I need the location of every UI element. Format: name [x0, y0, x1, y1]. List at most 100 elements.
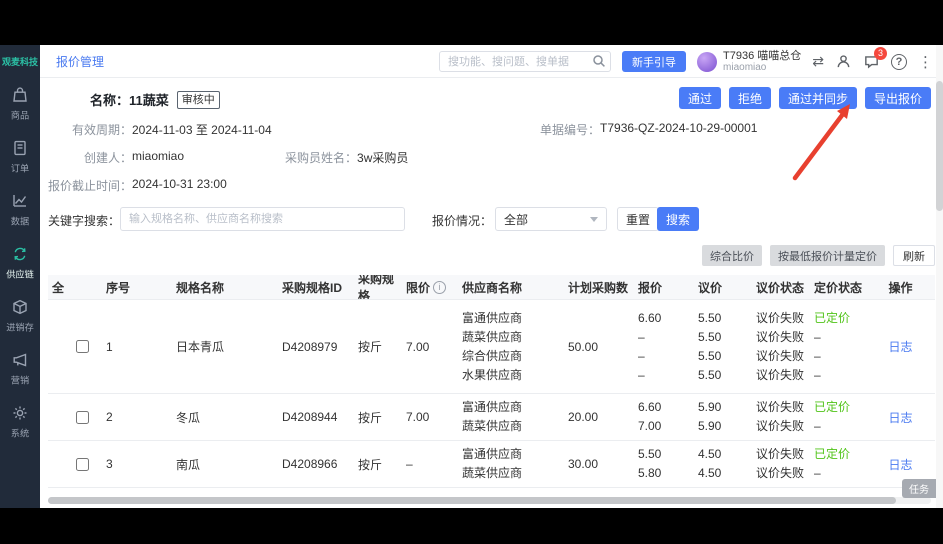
search-icon[interactable] — [592, 54, 606, 73]
keyword-label: 关键字搜索： — [48, 212, 120, 229]
lowest-pricing-button[interactable]: 按最低报价计量定价 — [770, 245, 885, 266]
col-spec-name: 规格名称 — [172, 275, 278, 299]
sidebar-item-inventory[interactable]: 进销存 — [5, 298, 35, 334]
global-search-input[interactable] — [439, 51, 611, 72]
select-all-header[interactable]: 全 — [48, 275, 72, 299]
price-statuses: 已定价 – – – — [810, 300, 866, 393]
buyer-label: 采购员姓名： — [285, 149, 357, 166]
row-checkbox[interactable] — [76, 411, 89, 424]
limit-price: 7.00 — [402, 300, 458, 393]
price-status: – — [814, 328, 821, 347]
unit: 按斤 — [354, 394, 402, 440]
switch-account-icon[interactable]: ⇄ — [812, 53, 824, 70]
sidebar-item-label: 数据 — [11, 214, 29, 228]
export-quote-button[interactable]: 导出报价 — [865, 87, 931, 109]
app-logo: 观麦科技 — [0, 45, 40, 68]
info-row-period: 有效周期：2024-11-03 至 2024-11-04 单据编号：T7936-… — [40, 121, 943, 137]
filter-bar: 关键字搜索： 报价情况： 全部 重置 搜索 — [40, 207, 943, 231]
log-link[interactable]: 日志 — [888, 409, 912, 426]
nego-statuses: 议价失败 议价失败 — [752, 394, 810, 440]
sidebar-nav: 商品 订单 数据 供应链 进销存 — [0, 86, 40, 440]
refresh-button[interactable]: 刷新 — [893, 245, 935, 266]
limit-price: – — [402, 441, 458, 487]
limit-header-label: 限价 — [406, 279, 430, 296]
sidebar-item-data[interactable]: 数据 — [10, 192, 30, 228]
horizontal-scrollbar-thumb[interactable] — [48, 497, 896, 504]
row-index: 2 — [102, 394, 172, 440]
inventory-box-icon — [11, 298, 29, 316]
compare-button[interactable]: 综合比价 — [702, 245, 762, 266]
sidebar-item-orders[interactable]: 订单 — [10, 139, 30, 175]
deadline-label: 报价截止时间： — [48, 177, 132, 194]
log-link[interactable]: 日志 — [888, 456, 912, 473]
sidebar-item-label: 营销 — [11, 373, 29, 387]
nego-status: 议价失败 — [756, 464, 804, 483]
supplier-name: 富通供应商 — [462, 398, 522, 417]
vertical-scrollbar-thumb[interactable] — [936, 81, 943, 211]
nego-values: 4.50 4.50 — [694, 441, 752, 487]
sidebar-item-goods[interactable]: 商品 — [10, 86, 30, 122]
nego-value: 5.90 — [698, 417, 721, 436]
col-plan-qty: 计划采购数 — [556, 275, 634, 299]
help-icon[interactable]: ? — [891, 54, 907, 70]
data-chart-icon — [11, 192, 29, 210]
col-quote: 报价 — [634, 275, 694, 299]
approve-button[interactable]: 通过 — [679, 87, 721, 109]
doc-no-value: T7936-QZ-2024-10-29-00001 — [600, 121, 757, 138]
screen: 观麦科技 商品 订单 数据 供应链 — [0, 0, 943, 544]
sidebar-item-marketing[interactable]: 营销 — [10, 351, 30, 387]
avatar[interactable] — [697, 52, 717, 72]
app-window: 观麦科技 商品 订单 数据 供应链 — [0, 45, 943, 508]
sidebar-item-system[interactable]: 系统 — [10, 404, 30, 440]
nego-status: 议价失败 — [756, 417, 804, 436]
quote-table: 全 序号 规格名称 采购规格ID 采购规格 限价i 供应商名称 计划采购数 报价… — [48, 275, 935, 488]
system-gear-icon — [11, 404, 29, 422]
quote-status-select[interactable]: 全部 — [495, 207, 607, 231]
plan-qty: 20.00 — [556, 394, 634, 440]
quote-status-selected: 全部 — [504, 211, 528, 228]
sidebar-item-supply-chain[interactable]: 供应链 — [5, 245, 35, 281]
message-icon[interactable]: 3 — [863, 53, 880, 70]
status-badge: 审核中 — [177, 91, 220, 109]
reject-button[interactable]: 拒绝 — [729, 87, 771, 109]
creator-value: miaomiao — [132, 149, 184, 166]
vertical-scrollbar[interactable] — [936, 45, 943, 508]
keyword-search-input[interactable] — [120, 207, 405, 231]
table-row: 3 南瓜 D4208966 按斤 – 富通供应商 蔬菜供应商 30.00 5.5… — [48, 441, 935, 488]
message-badge: 3 — [874, 47, 887, 60]
sidebar-item-label: 商品 — [11, 108, 29, 122]
nego-status: 议价失败 — [756, 366, 804, 385]
main-area: 报价管理 新手引导 T7936 喵喵总仓 miaomiao ⇄ — [40, 45, 943, 508]
horizontal-scrollbar[interactable] — [48, 497, 931, 504]
quote-value: 6.60 — [638, 309, 661, 328]
supplier-names: 富通供应商 蔬菜供应商 综合供应商 水果供应商 — [458, 300, 556, 393]
spec-name: 日本青瓜 — [172, 300, 278, 393]
newbie-guide-button[interactable]: 新手引导 — [622, 51, 686, 72]
approve-sync-button[interactable]: 通过并同步 — [779, 87, 857, 109]
contact-icon[interactable] — [835, 53, 852, 70]
info-icon[interactable]: i — [433, 281, 446, 294]
nego-status: 议价失败 — [756, 445, 804, 464]
supplier-name: 富通供应商 — [462, 445, 522, 464]
top-header: 报价管理 新手引导 T7936 喵喵总仓 miaomiao ⇄ — [40, 45, 943, 78]
row-index: 3 — [102, 441, 172, 487]
supply-chain-cycle-icon — [11, 245, 29, 263]
search-button[interactable]: 搜索 — [657, 207, 699, 231]
nego-status: 议价失败 — [756, 398, 804, 417]
global-search — [439, 51, 611, 72]
spec-id: D4208979 — [278, 300, 354, 393]
price-status: – — [814, 347, 821, 366]
task-drawer-tab[interactable]: 任务 — [902, 479, 936, 498]
nego-value: 5.50 — [698, 366, 721, 385]
more-icon[interactable]: ⋮ — [918, 53, 933, 71]
breadcrumb[interactable]: 报价管理 — [56, 53, 104, 70]
period-label: 有效周期： — [48, 121, 132, 138]
col-nego: 议价 — [694, 275, 752, 299]
user-box[interactable]: T7936 喵喵总仓 miaomiao — [697, 50, 801, 73]
nego-value: 5.50 — [698, 309, 721, 328]
log-link[interactable]: 日志 — [888, 338, 912, 355]
spec-name: 南瓜 — [172, 441, 278, 487]
reset-button[interactable]: 重置 — [617, 207, 659, 231]
row-checkbox[interactable] — [76, 340, 89, 353]
row-checkbox[interactable] — [76, 458, 89, 471]
